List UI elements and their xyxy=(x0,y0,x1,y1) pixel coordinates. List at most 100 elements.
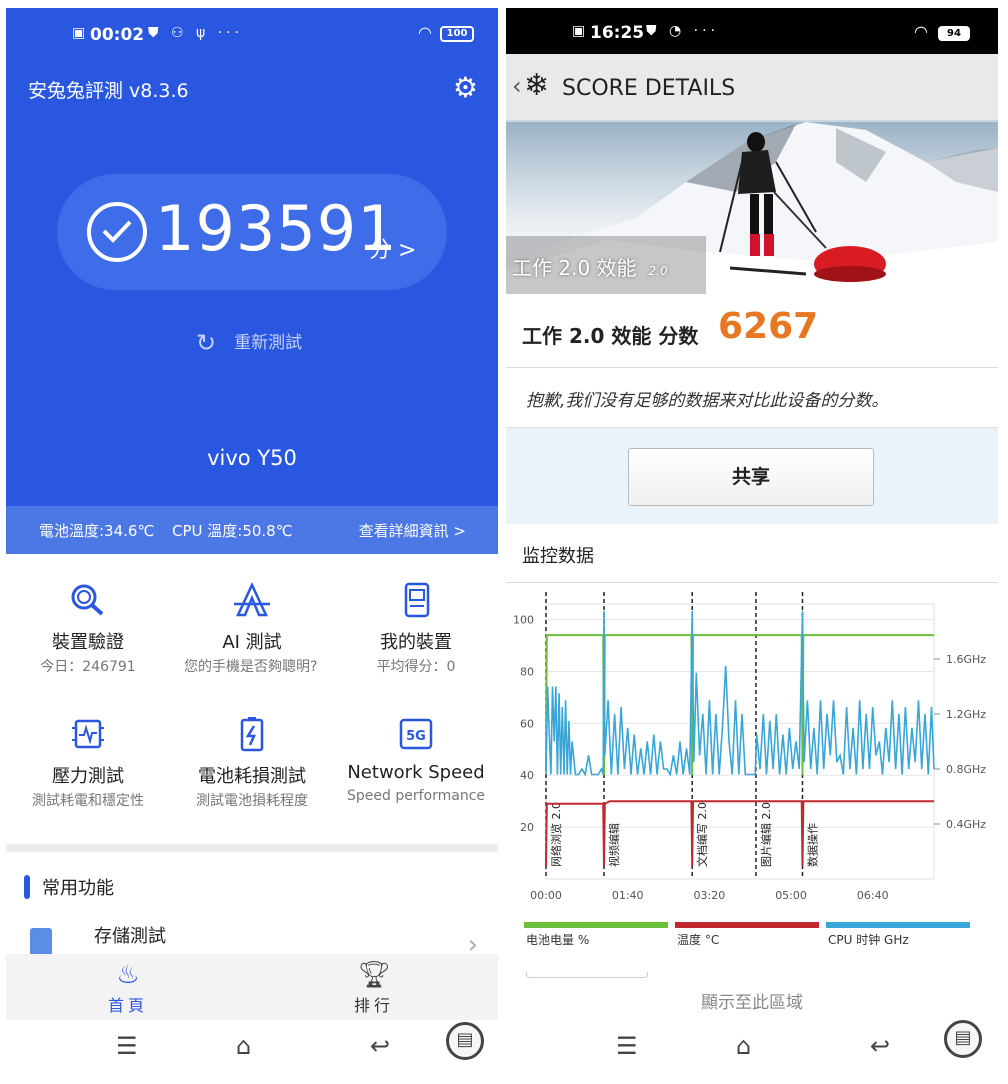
feature-device-verify[interactable]: 裝置驗證 今日：246791 xyxy=(6,582,170,677)
feature-title: Network Speed xyxy=(347,762,485,783)
section-header: 常用功能 xyxy=(24,874,114,900)
back-icon[interactable]: ↩ xyxy=(370,1032,390,1060)
y-tick-label: 100 xyxy=(513,614,534,627)
section-title: 常用功能 xyxy=(42,878,114,899)
system-nav-bar: ☰ ⌂ ↩ ▤ xyxy=(6,1020,498,1072)
trophy-icon: 🏆︎ xyxy=(357,960,391,990)
back-chevron-icon[interactable]: ‹ xyxy=(512,72,522,100)
wifi-icon: ◠ xyxy=(914,22,928,41)
segment-label: 数据操作 xyxy=(805,823,819,867)
status-time: 00:02 xyxy=(90,25,145,45)
app-header: ‹ ❄ SCORE DETAILS xyxy=(506,54,998,122)
gear-icon[interactable]: ⚙ xyxy=(453,71,478,104)
feature-battery-test[interactable]: 電池耗損測試 測試電池損耗程度 xyxy=(170,716,334,811)
feature-title: 裝置驗證 xyxy=(52,632,124,653)
x-tick-label: 03:20 xyxy=(694,889,726,902)
home-icon[interactable]: ⌂ xyxy=(736,1032,751,1060)
segment-label: 图片编辑 2.0 xyxy=(759,802,773,867)
y-tick-label: 40 xyxy=(520,769,534,782)
legend-label: 电池电量 % xyxy=(526,933,589,947)
svg-text:5G: 5G xyxy=(406,729,426,744)
monitor-title: 监控数据 xyxy=(522,546,594,567)
chip-icon xyxy=(72,719,104,749)
tab-home-label: 首頁 xyxy=(107,996,148,1015)
total-score: 193591 xyxy=(155,192,398,265)
check-icon xyxy=(87,202,147,262)
feature-subtitle: Speed performance xyxy=(347,788,485,804)
feature-title: 我的裝置 xyxy=(380,632,452,653)
feature-my-device[interactable]: 我的裝置 平均得分：0 xyxy=(334,582,498,677)
score-unit: 分 > xyxy=(369,238,417,263)
battery-temp: 電池溫度:34.6℃ xyxy=(39,522,155,540)
feature-title: AI 測試 xyxy=(222,632,282,653)
tab-home[interactable]: ♨ 首頁 xyxy=(68,960,188,1016)
legend-swatch xyxy=(524,922,668,928)
monitor-chart: 100 80 60 40 20 1.6GHz 1.2GHz 0.8GHz 0.4GHz 00:00… xyxy=(513,592,986,947)
legend-swatch xyxy=(826,922,970,928)
score-label: 工作 2.0 效能 分数 xyxy=(522,324,699,348)
5g-icon: 5G xyxy=(399,718,433,750)
retest-button[interactable]: ↻ 重新測試 xyxy=(196,328,302,357)
back-icon[interactable]: ↩ xyxy=(870,1032,890,1060)
monitor-panel: 监控数据 100 80 60 40 20 1.6GHz 1.2GHz 0.8GHz 0.4GHz… xyxy=(506,524,998,974)
menu-icon[interactable]: ☰ xyxy=(616,1032,638,1060)
floating-assistant-icon[interactable]: ▤ xyxy=(944,1020,982,1058)
magnifier-icon xyxy=(71,584,104,616)
ai-icon xyxy=(234,582,270,617)
feature-network-speed[interactable]: 5G Network Speed Speed performance xyxy=(334,716,498,806)
home-icon[interactable]: ⌂ xyxy=(236,1032,251,1060)
score-button[interactable]: 193591 分 > xyxy=(57,174,447,290)
device-icon xyxy=(404,582,430,618)
y-right-tick-label: 0.8GHz xyxy=(946,763,986,776)
display-region-label: 顯示至此區域 xyxy=(701,993,803,1013)
app-title: 安兔兔評測 v8.3.6 xyxy=(28,80,189,102)
y-right-tick-label: 1.2GHz xyxy=(946,708,986,721)
tab-rank-label: 排行 xyxy=(353,996,394,1015)
battery-icon xyxy=(240,717,264,752)
device-name: vivo Y50 xyxy=(207,446,297,470)
segment-label: 网络浏览 2.0 xyxy=(549,802,563,867)
menu-icon[interactable]: ☰ xyxy=(116,1032,138,1060)
sim-icon: ▣ xyxy=(72,25,86,41)
floating-assistant-icon[interactable]: ▤ xyxy=(446,1022,484,1060)
banner-version: 2.0 xyxy=(648,264,668,278)
retest-label: 重新測試 xyxy=(234,333,303,353)
feature-subtitle: 測試電池損耗程度 xyxy=(196,793,308,809)
bottom-tab-bar: ♨ 首頁 🏆︎ 排行 xyxy=(6,954,498,1020)
feature-ai-test[interactable]: AI 測試 您的手機是否夠聰明? xyxy=(170,582,334,677)
share-section: 共享 xyxy=(506,428,998,524)
benchmark-banner-image: 工作 2.0 效能 2.0 xyxy=(506,122,998,294)
segment-label: 视频编辑 xyxy=(607,823,621,867)
scroll-placeholder xyxy=(526,972,648,978)
y-tick-label: 80 xyxy=(520,665,534,678)
comparison-notice: 抱歉,我们没有足够的数据来对比此设备的分数。 xyxy=(506,368,998,428)
banner-title: 工作 2.0 效能 xyxy=(512,256,637,280)
antutu-screen: ▣ 00:02 ⛊ ⚇ ψ ··· ◠ 100 安兔兔評測 v8.3.6 ⚙ 1… xyxy=(6,8,498,1072)
segment-label: 文档编写 2.0 xyxy=(695,802,709,867)
system-nav-bar: ☰ ⌂ ↩ ▤ xyxy=(506,1020,998,1072)
wifi-icon: ◠ xyxy=(418,23,432,42)
share-button[interactable]: 共享 xyxy=(628,448,874,506)
bottom-region: 顯示至此區域 ☰ ⌂ ↩ ▤ xyxy=(506,972,998,1072)
temperature-bar: 電池溫度:34.6℃ CPU 溫度:50.8℃ 查看詳細資訊 > xyxy=(6,506,498,554)
status-icons: ⛊ ◔ ··· xyxy=(646,23,719,39)
legend-swatch xyxy=(675,922,819,928)
feature-title: 壓力測試 xyxy=(52,766,124,787)
score-card: 工作 2.0 效能 分数 6267 xyxy=(506,294,998,368)
x-tick-label: 05:00 xyxy=(775,889,807,902)
section-divider xyxy=(6,844,498,852)
banner-label: 工作 2.0 效能 2.0 xyxy=(512,252,668,281)
feature-stress-test[interactable]: 壓力測試 測試耗電和穩定性 xyxy=(6,716,170,811)
feature-subtitle: 今日：246791 xyxy=(40,659,136,675)
x-tick-label: 01:40 xyxy=(612,889,644,902)
status-bar: ▣ 16:25 ⛊ ◔ ··· ◠ 94 xyxy=(506,8,998,54)
legend-label: CPU 时钟 GHz xyxy=(828,932,909,947)
monitor-divider xyxy=(506,582,998,583)
page-title: SCORE DETAILS xyxy=(562,76,736,101)
battery-indicator: 94 xyxy=(938,26,970,41)
cpu-temp: CPU 溫度:50.8℃ xyxy=(172,522,293,540)
pcmark-screen: ▣ 16:25 ⛊ ◔ ··· ◠ 94 ‹ ❄ SCORE DETAILS 工… xyxy=(506,8,998,1072)
tab-rank[interactable]: 🏆︎ 排行 xyxy=(314,960,434,1016)
view-details-link[interactable]: 查看詳細資訊 > xyxy=(359,520,466,541)
y-right-tick-label: 0.4GHz xyxy=(946,818,986,831)
